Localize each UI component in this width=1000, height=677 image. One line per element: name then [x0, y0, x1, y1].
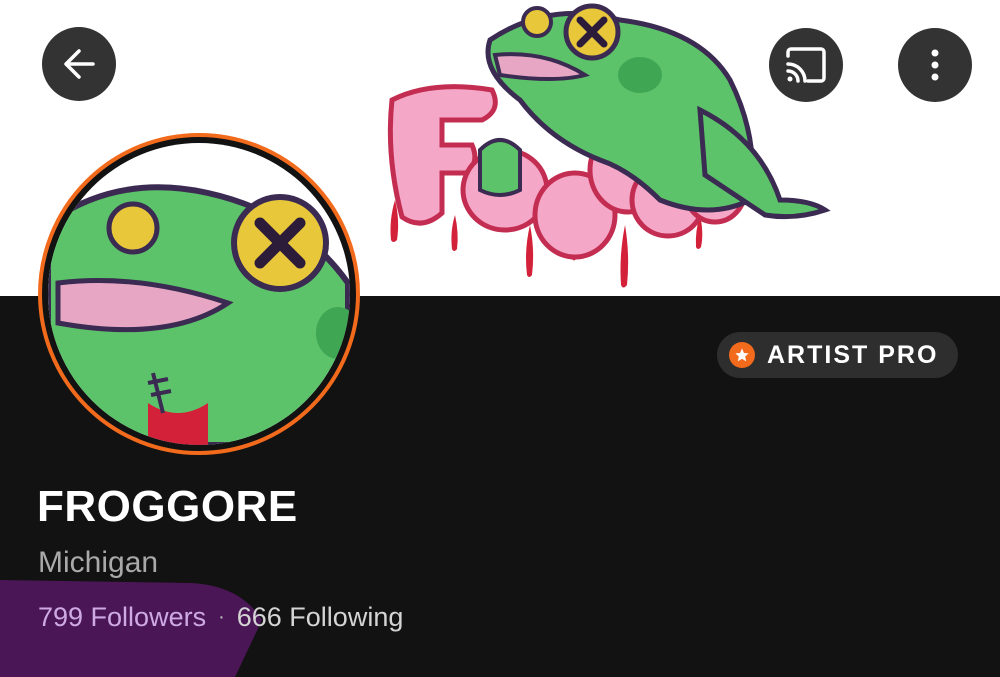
- profile-avatar[interactable]: [38, 133, 360, 455]
- star-icon: [729, 342, 755, 368]
- cast-icon: [786, 47, 826, 83]
- avatar-image: [48, 143, 350, 445]
- badge-label: ARTIST PRO: [767, 340, 939, 369]
- artist-pro-badge: ARTIST PRO: [717, 332, 959, 378]
- more-vertical-icon: [931, 49, 939, 81]
- follow-stats: 799 Followers · 666 Following: [38, 602, 403, 633]
- back-button[interactable]: [42, 27, 116, 101]
- arrow-left-icon: [64, 49, 95, 79]
- more-options-button[interactable]: [898, 28, 972, 102]
- cast-button[interactable]: [769, 28, 843, 102]
- following-link[interactable]: 666 Following: [237, 602, 404, 633]
- stats-separator: ·: [218, 606, 225, 628]
- profile-name: FROGGORE: [37, 482, 298, 531]
- profile-location: Michigan: [38, 546, 159, 579]
- followers-link[interactable]: 799 Followers: [38, 602, 206, 633]
